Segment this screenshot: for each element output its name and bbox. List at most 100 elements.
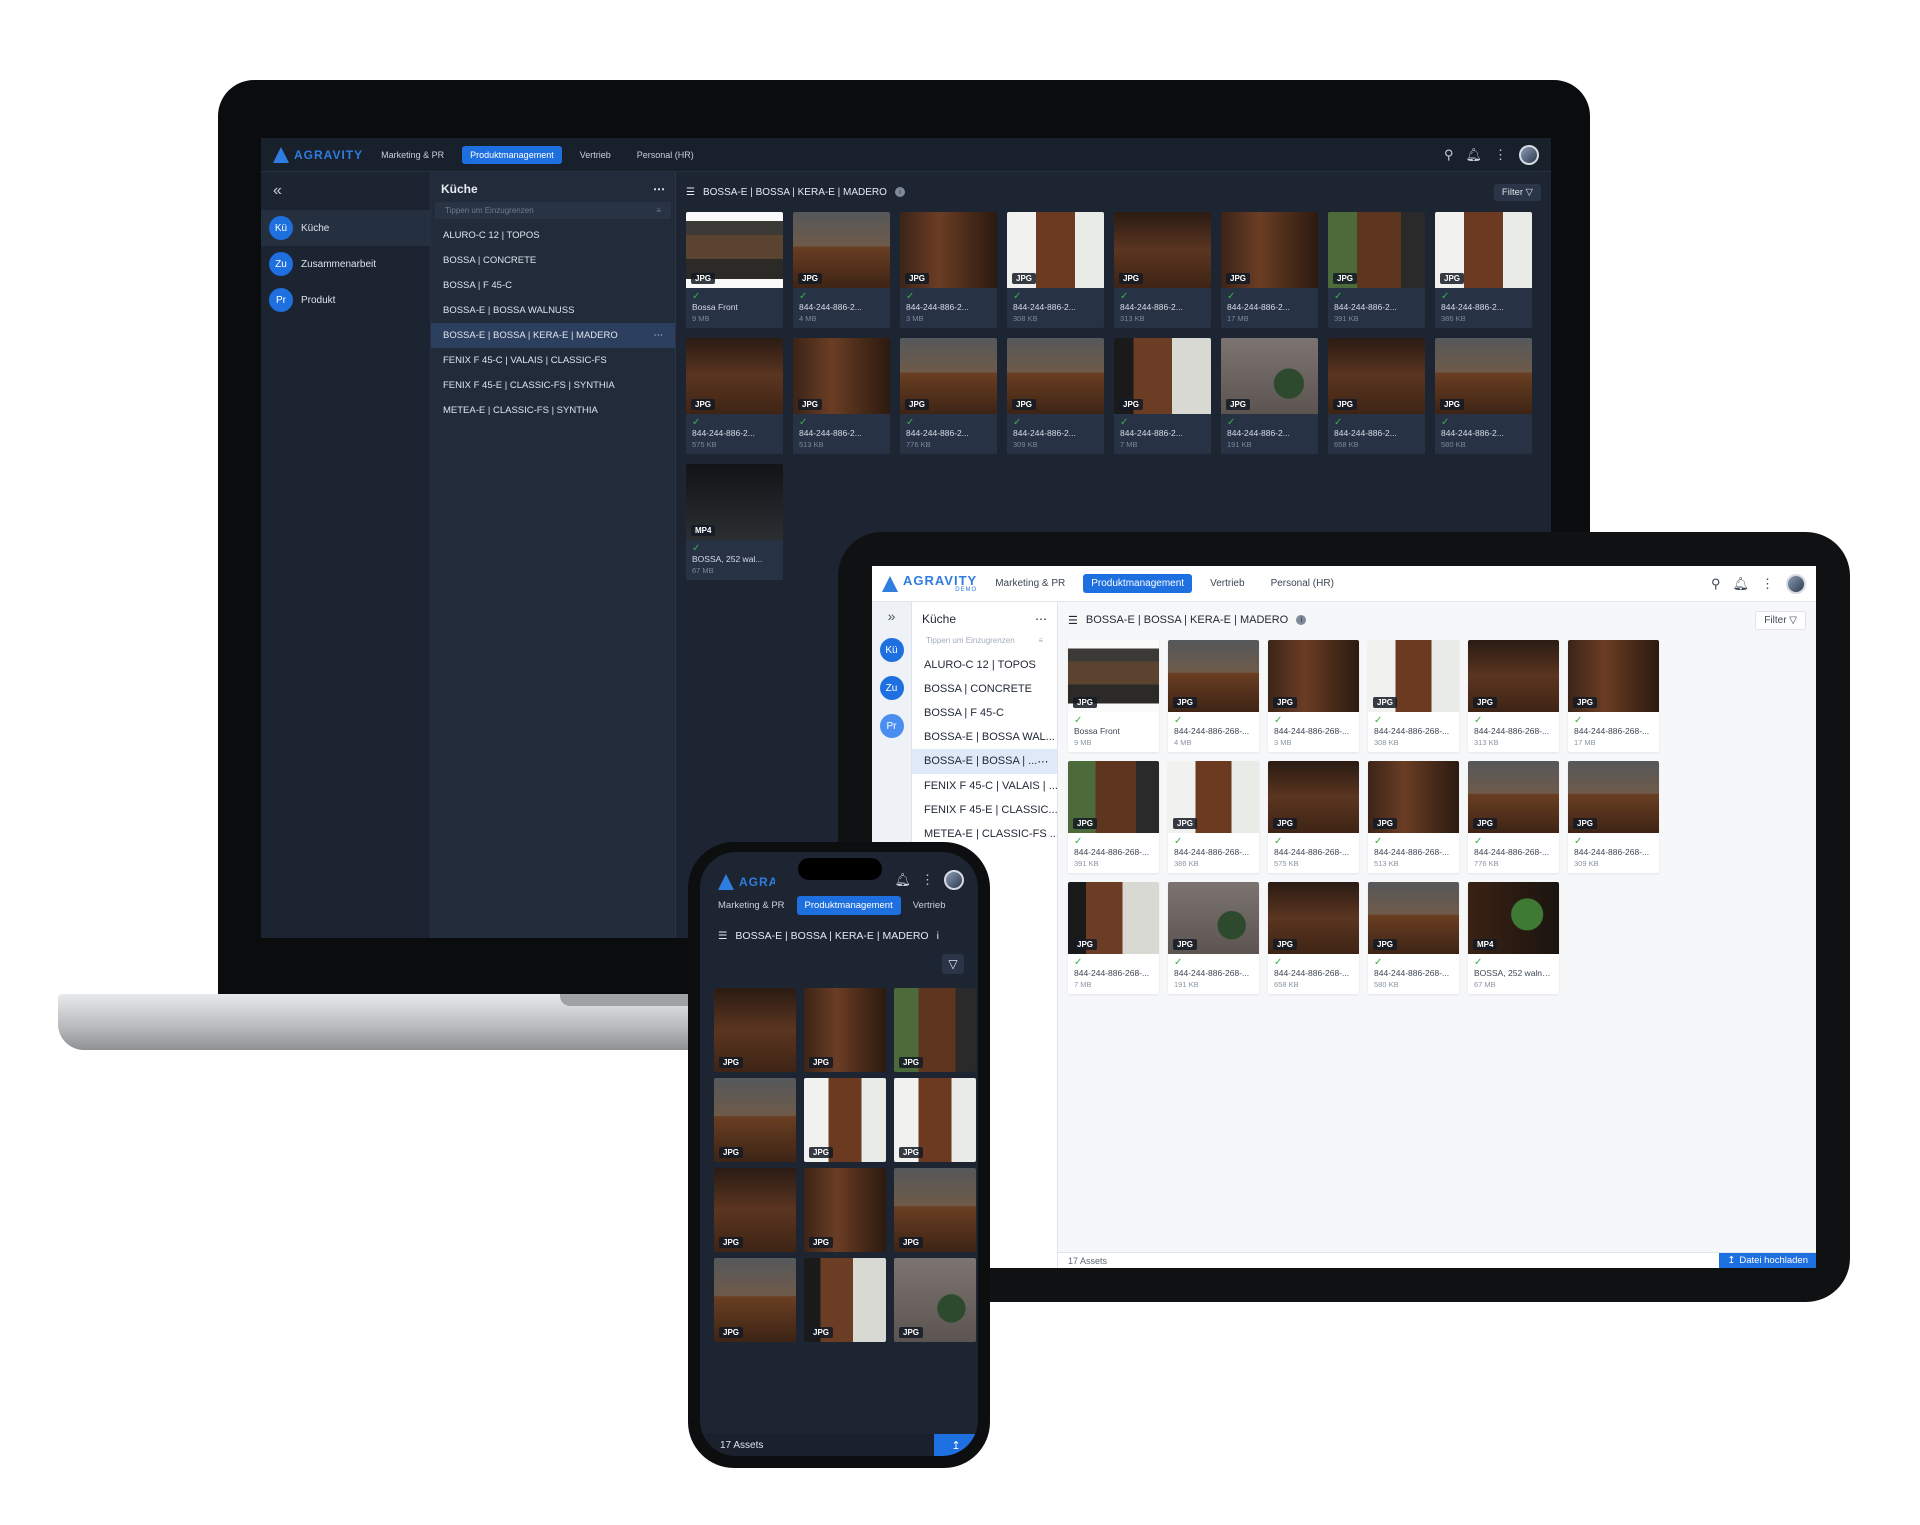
asset-card[interactable]: JPG ✓ 844-244-886-268-... 580 KB [1368, 882, 1459, 994]
asset-card[interactable]: JPG ✓ 844-244-886-268-... 309 KB [1568, 761, 1659, 873]
menu-icon[interactable]: ☰ [718, 930, 727, 942]
asset-card[interactable]: JPG [714, 1078, 796, 1162]
sliders-icon[interactable]: ≡ [1038, 636, 1043, 645]
asset-thumbnail[interactable]: JPG [1221, 338, 1318, 414]
collapse-icon[interactable]: « [261, 172, 430, 210]
asset-thumbnail[interactable]: JPG [1568, 761, 1659, 833]
bell-icon[interactable]: 🔔︎ [1465, 147, 1482, 163]
sidebar-item-zusammenarbeit[interactable]: Zu [879, 676, 904, 700]
more-vertical-icon[interactable]: ⋮ [1761, 576, 1774, 592]
filter-button[interactable]: Filter ▽ [1755, 610, 1806, 630]
asset-card[interactable]: JPG [804, 1258, 886, 1342]
asset-card[interactable]: JPG ✓ 844-244-886-268-... 658 KB [1268, 882, 1359, 994]
collection-item[interactable]: BOSSA-E | BOSSA WAL... [912, 725, 1057, 749]
asset-thumbnail[interactable]: JPG [900, 212, 997, 288]
asset-card[interactable]: JPG ✓ 844-244-886-2... 776 KB [900, 338, 997, 454]
asset-thumbnail[interactable]: JPG [714, 1078, 796, 1162]
asset-card[interactable]: JPG [714, 1168, 796, 1252]
avatar[interactable] [1786, 573, 1806, 594]
tab-marketing[interactable]: Marketing & PR [373, 146, 452, 164]
more-horizontal-icon[interactable]: ⋯ [1037, 755, 1048, 768]
sidebar-item-produkt[interactable]: Pr [879, 714, 904, 738]
app-logo[interactable]: AGRAVITY [273, 146, 363, 163]
collection-item[interactable]: FENIX F 45-C | VALAIS | ... [912, 774, 1057, 798]
asset-thumbnail[interactable]: JPG [1435, 212, 1532, 288]
asset-thumbnail[interactable]: JPG [1068, 761, 1159, 833]
tab-produktmanagement[interactable]: Produktmanagement [1083, 574, 1193, 593]
asset-card[interactable]: JPG [894, 988, 976, 1072]
app-logo[interactable]: AGRAVITY [718, 874, 775, 890]
avatar[interactable] [944, 870, 964, 890]
asset-thumbnail[interactable]: JPG [1068, 882, 1159, 954]
asset-card[interactable]: JPG [894, 1078, 976, 1162]
asset-thumbnail[interactable]: JPG [686, 338, 783, 414]
sidebar-item-kueche[interactable]: Kü Küche [261, 210, 430, 246]
asset-thumbnail[interactable]: JPG [1468, 761, 1559, 833]
asset-thumbnail[interactable]: JPG [1068, 640, 1159, 712]
menu-icon[interactable]: ☰ [1068, 614, 1078, 627]
upload-button[interactable]: ↥ [934, 1434, 978, 1456]
tab-produktmanagement[interactable]: Produktmanagement [796, 896, 901, 915]
tab-vertrieb[interactable]: Vertrieb [905, 896, 954, 915]
asset-thumbnail[interactable]: JPG [1435, 338, 1532, 414]
asset-card[interactable]: JPG ✓ 844-244-886-2... 313 KB [1114, 212, 1211, 328]
collection-item[interactable]: FENIX F 45-E | CLASSIC-FS | SYNTHIA [431, 373, 675, 398]
asset-thumbnail[interactable]: JPG [714, 988, 796, 1072]
sidebar-item-zusammenarbeit[interactable]: Zu Zusammenarbeit [261, 246, 430, 282]
collection-item[interactable]: BOSSA | CONCRETE [912, 677, 1057, 701]
asset-thumbnail[interactable]: JPG [1007, 338, 1104, 414]
asset-card[interactable]: MP4 ✓ BOSSA, 252 wal... 67 MB [686, 464, 783, 580]
collection-item[interactable]: BOSSA | F 45-C [431, 273, 675, 298]
asset-card[interactable]: JPG ✓ 844-244-886-2... 3 MB [900, 212, 997, 328]
upload-button[interactable]: ↥ Datei hochladen [1719, 1252, 1816, 1268]
asset-card[interactable]: JPG ✓ 844-244-886-2... 575 KB [686, 338, 783, 454]
asset-card[interactable]: JPG ✓ 844-244-886-268-... 308 KB [1368, 640, 1459, 752]
asset-thumbnail[interactable]: JPG [804, 1078, 886, 1162]
more-horizontal-icon[interactable]: ⋯ [654, 330, 664, 341]
tab-marketing[interactable]: Marketing & PR [710, 896, 793, 915]
collection-search-input[interactable]: Tippen um Einzugrenzen ≡ [916, 632, 1053, 649]
asset-card[interactable]: JPG ✓ Bossa Front 9 MB [1068, 640, 1159, 752]
asset-thumbnail[interactable]: JPG [804, 1168, 886, 1252]
asset-thumbnail[interactable]: JPG [1268, 882, 1359, 954]
filter-button[interactable]: ▽ [942, 954, 964, 974]
tab-personal[interactable]: Personal (HR) [1263, 574, 1342, 593]
collection-item[interactable]: BOSSA | CONCRETE [431, 248, 675, 273]
collection-item[interactable]: ALURO-C 12 | TOPOS [431, 223, 675, 248]
asset-card[interactable]: JPG [804, 1168, 886, 1252]
tab-vertrieb[interactable]: Vertrieb [572, 146, 619, 164]
collection-item[interactable]: FENIX F 45-C | VALAIS | CLASSIC-FS [431, 348, 675, 373]
menu-icon[interactable]: ☰ [686, 187, 695, 198]
sidebar-item-produkt[interactable]: Pr Produkt [261, 282, 430, 318]
info-icon[interactable]: i [894, 187, 905, 197]
asset-card[interactable]: JPG ✓ 844-244-886-268-... 17 MB [1568, 640, 1659, 752]
collection-item[interactable]: FENIX F 45-E | CLASSIC... [912, 798, 1057, 822]
more-horizontal-icon[interactable]: ⋯ [653, 182, 665, 196]
asset-card[interactable]: MP4 ✓ BOSSA, 252 walnut... 67 MB [1468, 882, 1559, 994]
info-icon[interactable]: i [937, 930, 939, 942]
tab-personal[interactable]: Personal (HR) [629, 146, 702, 164]
tab-produktmanagement[interactable]: Produktmanagement [462, 145, 562, 164]
asset-card[interactable]: JPG [714, 988, 796, 1072]
more-vertical-icon[interactable]: ⋮ [921, 872, 934, 888]
asset-card[interactable]: JPG ✓ 844-244-886-2... 308 KB [1007, 212, 1104, 328]
asset-thumbnail[interactable]: JPG [1114, 338, 1211, 414]
more-horizontal-icon[interactable]: ⋯ [1035, 612, 1047, 626]
asset-thumbnail[interactable]: JPG [1221, 212, 1318, 288]
filter-button[interactable]: Filter ▽ [1493, 183, 1541, 201]
asset-thumbnail[interactable]: JPG [1368, 640, 1459, 712]
asset-card[interactable]: JPG ✓ 844-244-886-2... 309 KB [1007, 338, 1104, 454]
asset-thumbnail[interactable]: JPG [804, 1258, 886, 1342]
asset-thumbnail[interactable]: JPG [1268, 761, 1359, 833]
asset-thumbnail[interactable]: MP4 [1468, 882, 1559, 954]
asset-card[interactable]: JPG ✓ 844-244-886-2... 658 KB [1328, 338, 1425, 454]
asset-thumbnail[interactable]: JPG [714, 1258, 796, 1342]
sliders-icon[interactable]: ≡ [656, 206, 661, 215]
asset-card[interactable]: JPG ✓ 844-244-886-2... 513 KB [793, 338, 890, 454]
asset-card[interactable]: JPG ✓ 844-244-886-2... 7 MB [1114, 338, 1211, 454]
asset-thumbnail[interactable]: JPG [1328, 338, 1425, 414]
collection-item[interactable]: BOSSA-E | BOSSA | ... ⋯ [912, 749, 1057, 774]
asset-thumbnail[interactable]: JPG [804, 988, 886, 1072]
collection-item[interactable]: BOSSA-E | BOSSA WALNUSS [431, 298, 675, 323]
asset-card[interactable]: JPG ✓ 844-244-886-268-... 4 MB [1168, 640, 1259, 752]
